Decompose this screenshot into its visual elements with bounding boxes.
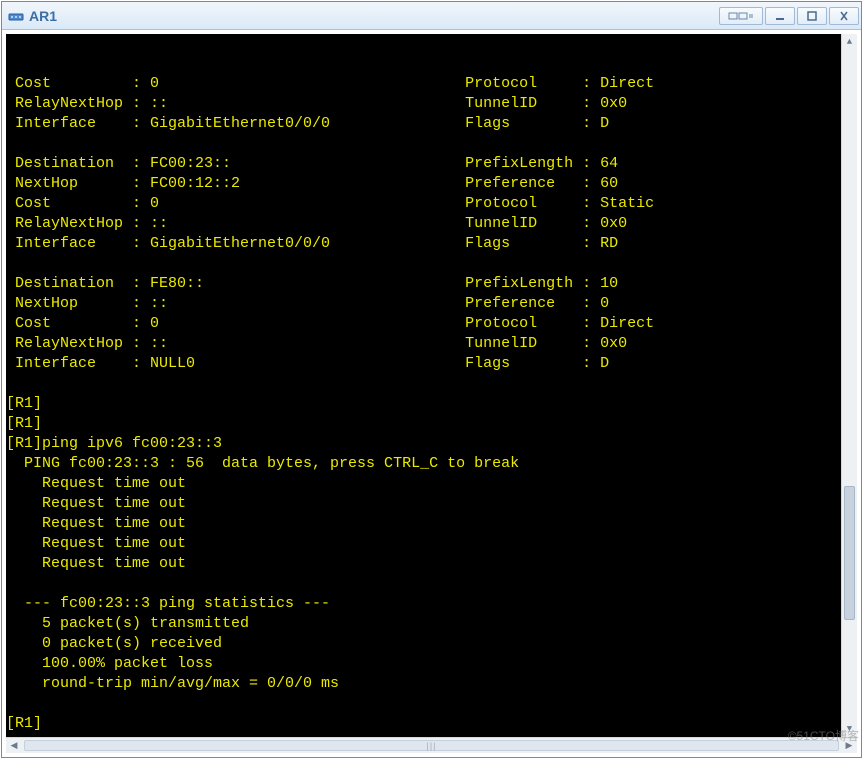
- vscroll-track[interactable]: [842, 50, 857, 721]
- options-button[interactable]: [719, 7, 763, 25]
- window-title: AR1: [29, 8, 719, 24]
- terminal-content: Cost : 0 Protocol : Direct RelayNextHop …: [6, 74, 857, 734]
- hscroll-thumb[interactable]: |||: [24, 740, 839, 751]
- vertical-scrollbar[interactable]: ▲ ▼: [841, 34, 857, 737]
- maximize-button[interactable]: [797, 7, 827, 25]
- scroll-right-arrow[interactable]: ▶: [841, 738, 857, 753]
- grip-icon: |||: [426, 741, 436, 751]
- scroll-down-arrow[interactable]: ▼: [842, 721, 857, 737]
- scroll-left-arrow[interactable]: ◀: [6, 738, 22, 753]
- horizontal-scrollbar[interactable]: ◀ ||| ▶: [6, 737, 857, 753]
- scroll-up-arrow[interactable]: ▲: [842, 34, 857, 50]
- router-icon: [8, 8, 24, 24]
- titlebar[interactable]: AR1: [2, 2, 861, 30]
- terminal[interactable]: Cost : 0 Protocol : Direct RelayNextHop …: [6, 34, 857, 737]
- window: AR1 Cost : 0 Protocol : Direct Re: [1, 1, 862, 758]
- close-button[interactable]: [829, 7, 859, 25]
- minimize-button[interactable]: [765, 7, 795, 25]
- terminal-area: Cost : 0 Protocol : Direct RelayNextHop …: [2, 30, 861, 757]
- vscroll-thumb[interactable]: [844, 486, 855, 620]
- window-buttons: [719, 7, 859, 25]
